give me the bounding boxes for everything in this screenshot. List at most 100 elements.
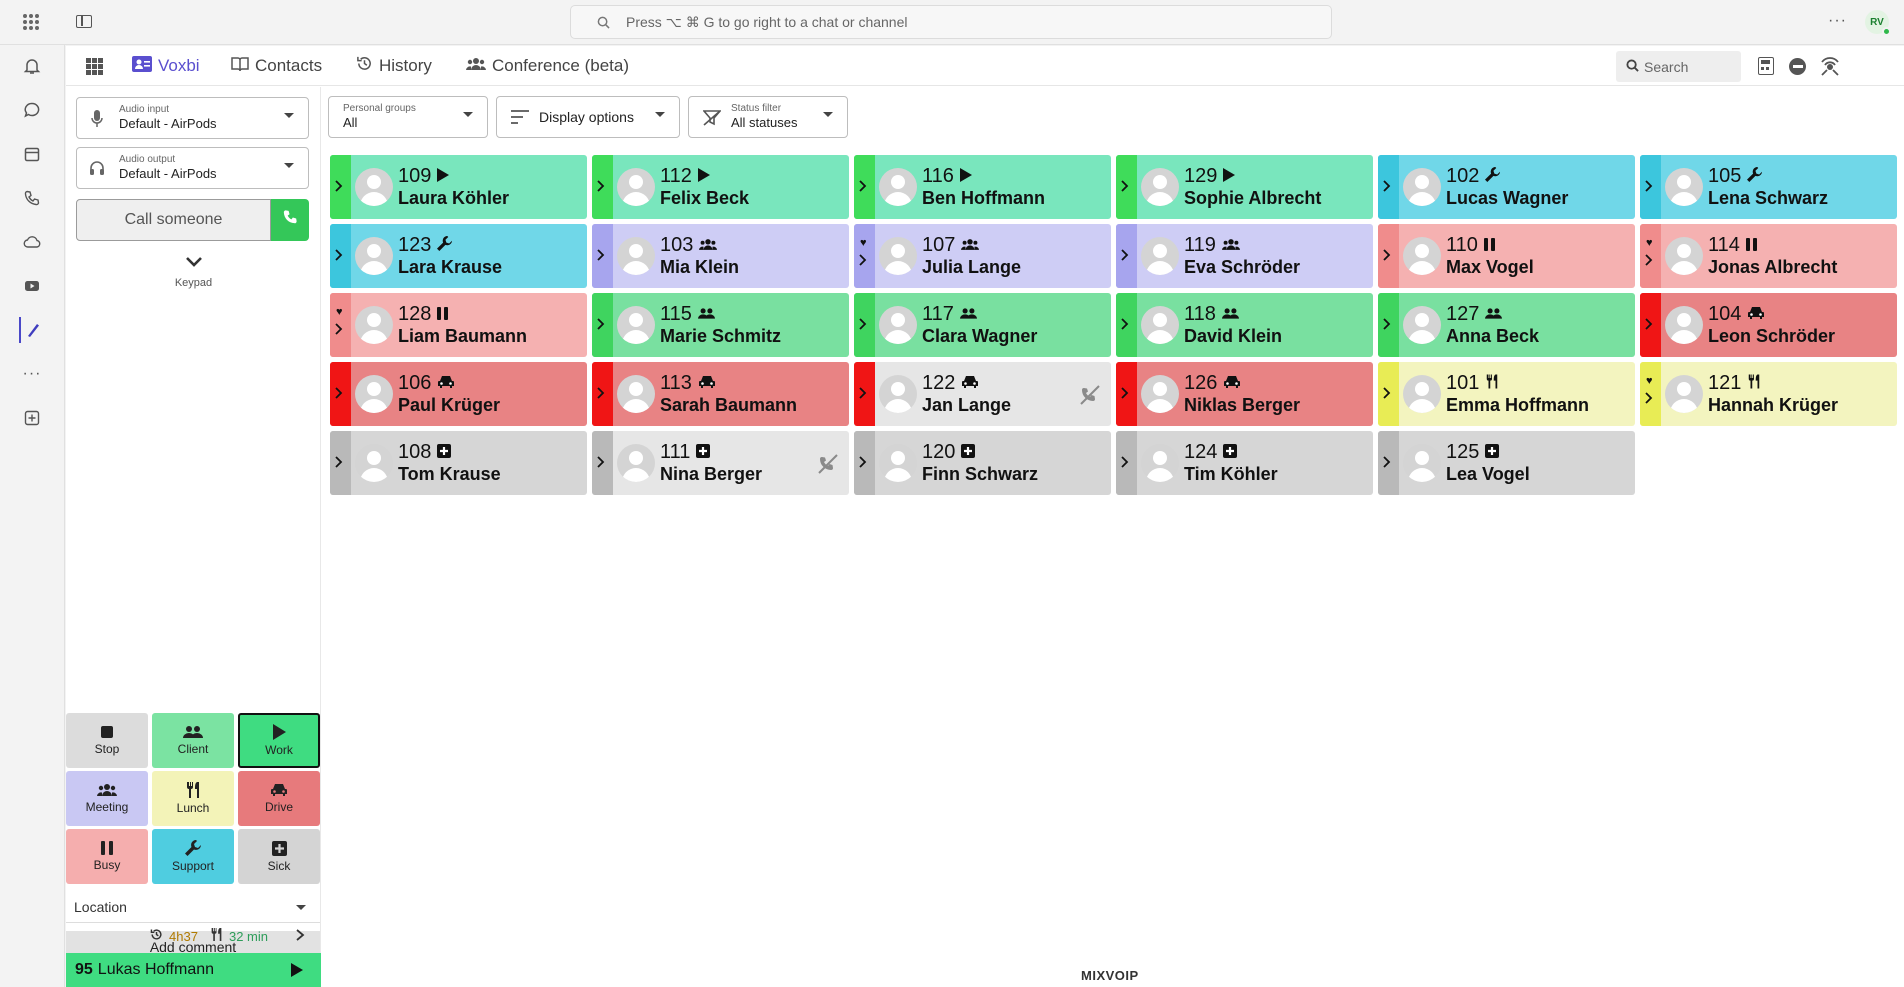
status-sick-button[interactable]: Sick [238, 829, 320, 884]
status-work-button[interactable]: Work [238, 713, 320, 768]
contact-card[interactable]: 106 Paul Krüger [330, 362, 587, 426]
tab-conference[interactable]: Conference (beta) [466, 54, 629, 78]
contact-card[interactable]: 110 Max Vogel [1378, 224, 1635, 288]
status-drive-button[interactable]: Drive [238, 771, 320, 826]
connection-status-icon[interactable] [1819, 56, 1841, 81]
status-stop-button[interactable]: Stop [66, 713, 148, 768]
contact-card[interactable]: 102 Lucas Wagner [1378, 155, 1635, 219]
contact-card[interactable]: ♥ 128 Liam Baumann [330, 293, 587, 357]
chevron-right-icon[interactable] [1383, 180, 1391, 195]
audio-input-select[interactable]: Audio input Default - AirPods [76, 97, 309, 139]
contact-search-input[interactable]: Search [1616, 51, 1741, 82]
cloud-icon[interactable] [19, 229, 45, 255]
chevron-right-icon[interactable] [859, 180, 867, 195]
current-user-bar[interactable]: 95 Lukas Hoffmann [66, 953, 321, 987]
contact-card[interactable]: 125 Lea Vogel [1378, 431, 1635, 495]
contact-card[interactable]: 122 Jan Lange [854, 362, 1111, 426]
do-not-disturb-icon[interactable] [1789, 58, 1806, 75]
chevron-right-icon[interactable] [335, 249, 343, 264]
chevron-right-icon[interactable] [1645, 180, 1653, 195]
chevron-right-icon[interactable] [335, 387, 343, 402]
sidebar-toggle-icon[interactable] [76, 15, 92, 28]
contact-card[interactable]: 117 Clara Wagner [854, 293, 1111, 357]
chevron-right-icon[interactable] [335, 456, 343, 471]
apps-grid-icon[interactable] [23, 14, 39, 30]
chevron-right-icon[interactable] [859, 456, 867, 471]
contact-card[interactable]: 111 Nina Berger [592, 431, 849, 495]
chevron-right-icon[interactable] [1383, 456, 1391, 471]
contact-card[interactable]: ♥ 121 Hannah Krüger [1640, 362, 1897, 426]
tab-history[interactable]: History [356, 54, 432, 78]
chevron-right-icon[interactable] [1645, 392, 1653, 407]
chevron-right-icon[interactable] [335, 323, 343, 338]
chat-icon[interactable] [19, 97, 45, 123]
chevron-right-icon[interactable] [1383, 387, 1391, 402]
phone-icon[interactable] [19, 185, 45, 211]
contact-card[interactable]: 126 Niklas Berger [1116, 362, 1373, 426]
chevron-right-icon[interactable] [859, 318, 867, 333]
status-meeting-button[interactable]: Meeting [66, 771, 148, 826]
chevron-right-icon[interactable] [1121, 456, 1129, 471]
chevron-right-icon[interactable] [597, 456, 605, 471]
contact-card[interactable]: 127 Anna Beck [1378, 293, 1635, 357]
menu-grid-icon[interactable] [86, 58, 103, 75]
contact-card[interactable]: 104 Leon Schröder [1640, 293, 1897, 357]
contact-card[interactable]: 109 Laura Köhler [330, 155, 587, 219]
contact-card[interactable]: 116 Ben Hoffmann [854, 155, 1111, 219]
chevron-right-icon[interactable] [1121, 249, 1129, 264]
global-search-input[interactable]: Press ⌥ ⌘ G to go right to a chat or cha… [570, 5, 1332, 39]
contact-card[interactable]: 113 Sarah Baumann [592, 362, 849, 426]
add-app-icon[interactable] [19, 405, 45, 431]
keypad-toggle[interactable]: Keypad [146, 255, 241, 289]
contact-card[interactable]: 124 Tim Köhler [1116, 431, 1373, 495]
chevron-right-icon[interactable] [597, 180, 605, 195]
bell-icon[interactable] [19, 53, 45, 79]
user-avatar[interactable]: RV [1865, 10, 1891, 36]
status-lunch-button[interactable]: Lunch [152, 771, 234, 826]
personal-groups-select[interactable]: Personal groups All [328, 96, 488, 138]
chevron-right-icon[interactable] [859, 387, 867, 402]
chevron-right-icon[interactable] [1645, 318, 1653, 333]
contact-card[interactable]: 120 Finn Schwarz [854, 431, 1111, 495]
tab-voxbi[interactable]: Voxbi [132, 54, 200, 78]
contact-card[interactable]: 105 Lena Schwarz [1640, 155, 1897, 219]
calendar-icon[interactable] [19, 141, 45, 167]
status-support-button[interactable]: Support [152, 829, 234, 884]
display-options-select[interactable]: Display options [496, 96, 680, 138]
contact-card[interactable]: ♥ 114 Jonas Albrecht [1640, 224, 1897, 288]
more-apps-icon[interactable]: ··· [19, 361, 45, 387]
chevron-right-icon[interactable] [1121, 318, 1129, 333]
audio-output-select[interactable]: Audio output Default - AirPods [76, 147, 309, 189]
chevron-right-icon[interactable] [1383, 318, 1391, 333]
contact-card[interactable]: 101 Emma Hoffmann [1378, 362, 1635, 426]
chevron-right-icon[interactable] [1121, 387, 1129, 402]
chevron-right-icon[interactable] [335, 180, 343, 195]
chevron-right-icon[interactable] [597, 318, 605, 333]
status-client-button[interactable]: Client [152, 713, 234, 768]
status-filter-select[interactable]: Status filter All statuses [688, 96, 848, 138]
chevron-right-icon[interactable] [1383, 249, 1391, 264]
contact-card[interactable]: 118 David Klein [1116, 293, 1373, 357]
voxbi-app-icon[interactable] [19, 317, 45, 343]
contact-card[interactable]: 108 Tom Krause [330, 431, 587, 495]
location-select[interactable]: Location [66, 891, 320, 923]
chevron-right-icon[interactable] [1645, 254, 1653, 269]
chevron-right-icon[interactable] [597, 249, 605, 264]
call-button[interactable] [271, 199, 309, 241]
contact-card[interactable]: 119 Eva Schröder [1116, 224, 1373, 288]
more-options-icon[interactable]: ··· [1828, 12, 1847, 30]
calculator-icon[interactable] [1758, 57, 1774, 75]
tab-contacts[interactable]: Contacts [231, 54, 322, 78]
chevron-right-icon[interactable] [859, 254, 867, 269]
contact-card[interactable]: 112 Felix Beck [592, 155, 849, 219]
contact-card[interactable]: ♥ 107 Julia Lange [854, 224, 1111, 288]
call-input[interactable]: Call someone [76, 199, 271, 241]
contact-card[interactable]: 123 Lara Krause [330, 224, 587, 288]
chevron-right-icon[interactable] [1121, 180, 1129, 195]
contact-card[interactable]: 103 Mia Klein [592, 224, 849, 288]
video-icon[interactable] [19, 273, 45, 299]
status-busy-button[interactable]: Busy [66, 829, 148, 884]
chevron-right-icon[interactable] [597, 387, 605, 402]
contact-card[interactable]: 129 Sophie Albrecht [1116, 155, 1373, 219]
contact-card[interactable]: 115 Marie Schmitz [592, 293, 849, 357]
